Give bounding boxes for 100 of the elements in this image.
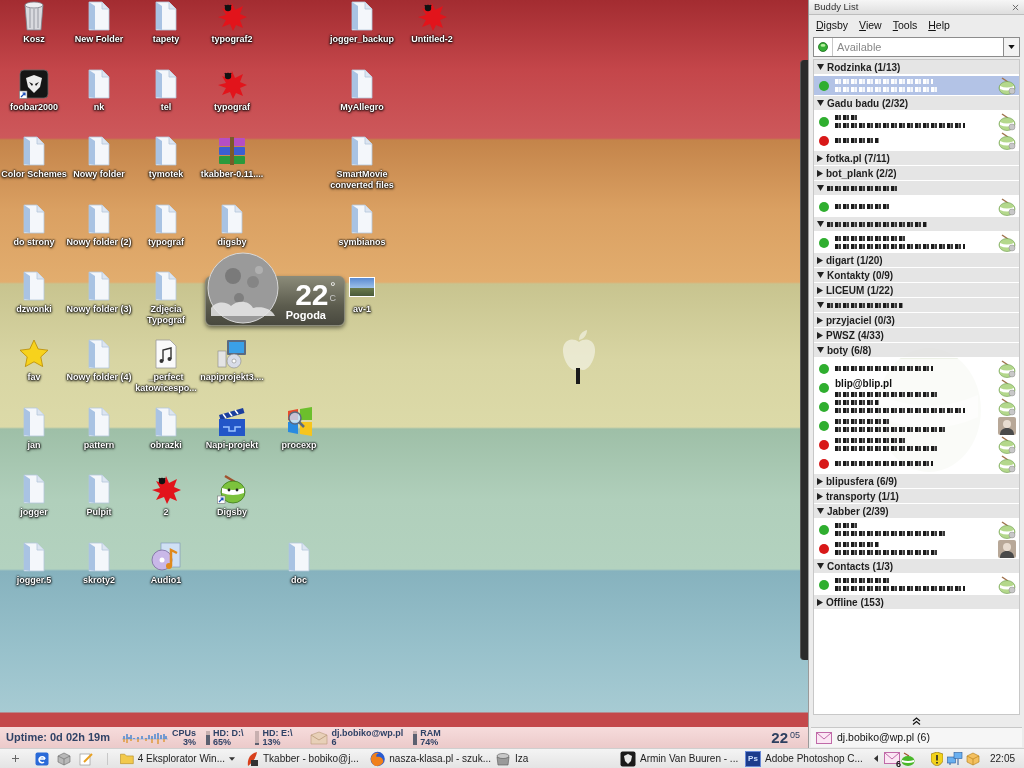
shield-icon[interactable]	[931, 751, 943, 766]
desktop-shortcut[interactable]: nk	[88, 69, 110, 113]
group-header[interactable]	[814, 217, 1019, 232]
folder-icon	[23, 204, 45, 234]
group-header[interactable]: Contacts (1/3)	[814, 559, 1019, 574]
folder-icon	[155, 204, 177, 234]
group-header[interactable]	[814, 181, 1019, 196]
blob-creature-icon	[998, 76, 1016, 95]
pixelated-text	[835, 138, 879, 143]
tray-clock: 22:05	[990, 752, 1016, 766]
dropdown-button[interactable]	[1004, 37, 1020, 57]
menu-item[interactable]: View	[859, 18, 882, 34]
email-account-button[interactable]: dj.bobiko@wp.pl (6)	[811, 727, 1022, 747]
cube-icon[interactable]	[57, 751, 71, 766]
desktop-shortcut[interactable]: foobar2000	[10, 69, 58, 113]
window-title: Buddy List	[814, 0, 859, 14]
status-field[interactable]: Available	[813, 37, 1004, 57]
disc-note-icon	[151, 542, 181, 572]
folder-icon	[120, 752, 134, 765]
close-icon[interactable]	[1012, 3, 1019, 11]
splat-icon	[217, 1, 247, 31]
folder-icon	[351, 136, 373, 166]
task-button[interactable]: Iza	[493, 749, 618, 768]
task-button[interactable]: Armin Van Buuren - ...	[618, 749, 743, 768]
folder-icon	[88, 542, 110, 572]
alien-icon	[620, 750, 636, 767]
blob-creature-icon[interactable]	[901, 751, 915, 766]
status-dot-icon	[818, 42, 828, 52]
group-header[interactable]: fotka.pl (7/11)	[814, 151, 1019, 166]
desktop-shortcut[interactable]: typograf2	[211, 1, 253, 45]
group-header[interactable]	[814, 298, 1019, 313]
group-header[interactable]: LICEUM (1/22)	[814, 283, 1019, 298]
group-header[interactable]: Rodzinka (1/13)	[814, 60, 1019, 75]
folder-icon	[88, 136, 110, 166]
meter-value: 13%	[262, 737, 282, 747]
caret-down-icon	[1008, 45, 1015, 49]
group-header[interactable]: Gadu badu (2/32)	[814, 96, 1019, 111]
desktop-shortcut[interactable]: Nowy folder	[73, 136, 125, 180]
temperature-unit: C	[329, 292, 336, 303]
desktop-shortcut[interactable]: tkabber-0.11....	[200, 136, 264, 180]
task-button[interactable]: nasza-klasa.pl - szuk...	[368, 749, 493, 768]
desktop-shortcut[interactable]: Color Schemes	[1, 136, 67, 180]
network-icon[interactable]	[947, 751, 963, 766]
desktop-shortcut[interactable]: jogger_backup	[330, 1, 394, 45]
task-button[interactable]: 4 Eksplorator Win...	[118, 749, 243, 768]
task-button[interactable]: Tkabber - bobiko@j...	[243, 749, 368, 768]
apple-drawing	[560, 328, 598, 384]
group-header[interactable]: bot_plank (2/2)	[814, 166, 1019, 181]
task-button[interactable]: Ps Adobe Photoshop C...	[743, 749, 868, 768]
meter-label: HD: E:\	[262, 728, 293, 738]
desktop-shortcut[interactable]: Audio1	[150, 542, 182, 586]
folder-icon	[88, 204, 110, 234]
browser-icon[interactable]	[35, 751, 49, 766]
star-icon	[19, 339, 49, 369]
blob-creature-icon	[998, 454, 1016, 473]
pixelated-text	[835, 419, 891, 424]
folder-icon	[351, 1, 373, 31]
temperature: 22	[295, 280, 329, 309]
desktop-shortcut[interactable]: typograf	[214, 69, 250, 113]
folder-icon	[351, 204, 373, 234]
caret-left-icon[interactable]	[874, 755, 878, 762]
pixelated-text	[835, 115, 859, 120]
folder-icon	[155, 407, 177, 437]
group-header[interactable]: digart (1/20)	[814, 253, 1019, 268]
group-header[interactable]: przyjaciel (0/3)	[814, 313, 1019, 328]
plus-icon[interactable]	[12, 755, 19, 762]
desktop-shortcut[interactable]: New Folder	[74, 1, 124, 45]
cpu-label: CPUs	[171, 728, 196, 738]
desktop-shortcut[interactable]: MyAllegro	[340, 69, 384, 113]
blob-creature-icon	[998, 131, 1016, 150]
blob-creature-icon	[998, 197, 1016, 216]
double-caret-up-icon[interactable]	[912, 717, 921, 725]
menu-item[interactable]: Help	[928, 18, 950, 34]
desktop-shortcut[interactable]: Untitled-2	[411, 1, 453, 45]
menu-item[interactable]: Digsby	[816, 18, 849, 34]
folder-icon	[88, 69, 110, 99]
group-header[interactable]: Kontakty (0/9)	[814, 268, 1019, 283]
splat-icon	[151, 474, 181, 504]
alien-icon	[19, 69, 49, 99]
group-header[interactable]: boty (6/8)	[814, 343, 1019, 358]
folder-icon	[155, 271, 177, 301]
computer-disc-icon	[217, 339, 247, 369]
group-header[interactable]: Jabber (2/39)	[814, 504, 1019, 519]
group-header[interactable]: PWSZ (4/33)	[814, 328, 1019, 343]
menu-item[interactable]: Tools	[892, 18, 918, 34]
desktop-shortcut[interactable]: tapety	[152, 1, 180, 45]
folder-icon	[88, 339, 110, 369]
pixelated-text	[835, 400, 879, 405]
desktop-shortcut[interactable]: tymotek	[148, 136, 184, 180]
person-avatar-icon	[998, 416, 1016, 435]
pixelated-text	[835, 542, 879, 547]
group-header[interactable]: transporty (1/1)	[814, 489, 1019, 504]
group-header[interactable]: blipusfera (6/9)	[814, 474, 1019, 489]
desktop-shortcut[interactable]: SmartMovie converted files	[327, 136, 397, 191]
group-header[interactable]: Offline (153)	[814, 595, 1019, 610]
desktop-shortcut[interactable]: Kosz	[23, 1, 45, 45]
blob-creature-icon	[217, 474, 247, 504]
person-avatar-icon	[998, 539, 1016, 558]
folder-icon	[23, 542, 45, 572]
desktop-shortcut[interactable]: tel	[155, 69, 177, 113]
